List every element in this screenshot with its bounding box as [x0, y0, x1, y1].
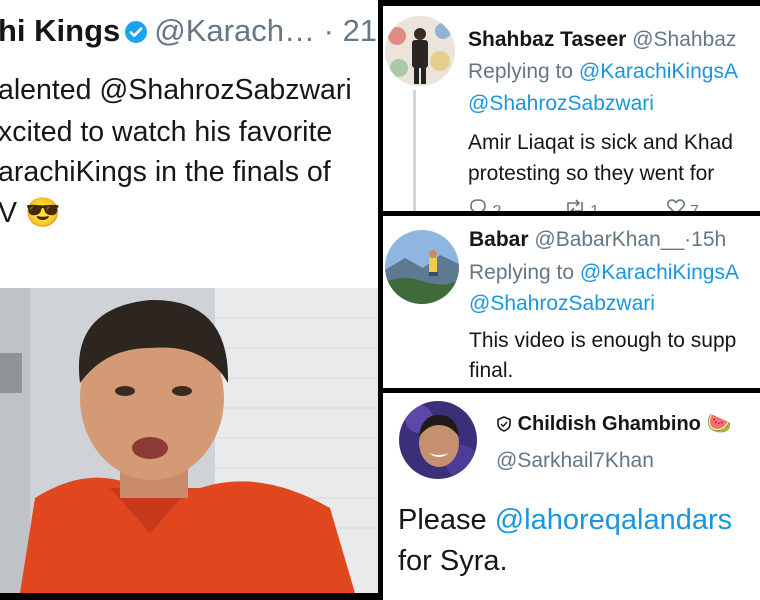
main-tweet-header: hi Kings @Karach… · 21h	[0, 13, 378, 49]
main-tweet-display-name[interactable]: hi Kings	[0, 13, 120, 48]
thread-line	[413, 90, 416, 211]
reply-3-text-prefix: Please	[398, 504, 487, 536]
reply-2-name[interactable]: Babar	[469, 228, 529, 251]
replying-to-label: Replying to	[469, 261, 575, 284]
avatar[interactable]	[385, 16, 455, 86]
reply-3-line-2: for Syra.	[398, 545, 508, 577]
reply-2-handle[interactable]: @BabarKhan__	[534, 228, 684, 251]
main-tweet-line-4-text: V	[0, 197, 18, 229]
like-count: 7	[690, 203, 699, 211]
main-tweet-panel: hi Kings @Karach… · 21h alented @ShahrozS…	[0, 0, 378, 593]
reply-1-handle[interactable]: @Shahbaz	[632, 28, 736, 51]
reply-3-handle[interactable]: @Sarkhail7Khan	[496, 449, 654, 473]
replying-to-link[interactable]: @KarachiKingsA	[579, 60, 738, 83]
avatar[interactable]	[399, 401, 477, 479]
video-thumbnail-art	[0, 288, 378, 593]
avatar-image	[385, 230, 459, 304]
reply-tweet-3[interactable]: Childish Ghambino 🍉 @Sarkhail7Khan Pleas…	[383, 393, 760, 600]
reply-1-line-1: Amir Liaqat is sick and Khad	[468, 131, 733, 154]
heart-icon	[666, 199, 685, 211]
reply-2-line-2: final.	[469, 359, 514, 382]
main-tweet-line-1: alented @ShahrozSabzwari	[0, 74, 352, 106]
verified-badge-icon	[125, 21, 148, 43]
main-tweet-handle[interactable]: @Karach…	[154, 13, 315, 48]
avatar-image	[385, 16, 455, 86]
main-tweet-time[interactable]: 21h	[343, 13, 378, 48]
sunglasses-emoji-icon: 😎	[24, 197, 61, 229]
avatar[interactable]	[385, 230, 459, 304]
reply-3-header: Childish Ghambino 🍉	[496, 411, 731, 436]
replying-to-label: Replying to	[468, 60, 574, 83]
reply-1-replying: Replying to @KarachiKingsA	[468, 60, 738, 84]
like-action[interactable]: 7	[666, 199, 699, 211]
reply-tweet-1[interactable]: Shahbaz Taseer @Shahbaz Replying to @Kar…	[383, 6, 760, 211]
replying-to-link[interactable]: @KarachiKingsA	[580, 261, 739, 284]
avatar-image	[399, 401, 477, 479]
main-tweet-line-3: arachiKings in the finals of	[0, 156, 331, 188]
main-tweet-line-4: V 😎	[0, 196, 60, 230]
shield-icon	[497, 416, 511, 432]
retweet-count: 1	[590, 203, 599, 211]
reply-2-replying: Replying to @KarachiKingsA	[469, 261, 739, 285]
reply-2-time[interactable]: 15h	[691, 228, 726, 251]
reply-3-line-1: Please @lahoreqalandars	[398, 504, 732, 537]
reply-3-name[interactable]: Childish Ghambino	[518, 413, 701, 435]
reply-icon	[470, 199, 486, 211]
reply-tweet-2[interactable]: Babar @BabarKhan__·15h Replying to @Kara…	[383, 216, 760, 388]
reply-2-mention[interactable]: @ShahrozSabzwari	[469, 292, 655, 316]
reply-1-header: Shahbaz Taseer @Shahbaz	[468, 28, 736, 52]
reply-2-header: Babar @BabarKhan__·15h	[469, 228, 726, 252]
main-tweet-line-2: xcited to watch his favorite	[0, 116, 333, 148]
reply-1-mention[interactable]: @ShahrozSabzwari	[468, 92, 654, 116]
main-tweet-separator: ·	[323, 13, 334, 48]
retweet-icon	[567, 199, 583, 211]
video-thumbnail[interactable]	[0, 288, 378, 593]
reply-3-mention[interactable]: @lahoreqalandars	[495, 504, 732, 536]
reply-1-name[interactable]: Shahbaz Taseer	[468, 28, 626, 51]
retweet-action[interactable]: 1	[564, 199, 604, 211]
reply-2-line-1: This video is enough to supp	[469, 329, 737, 352]
reply-1-line-2: protesting so they went for	[468, 162, 715, 185]
watermelon-emoji-icon: 🍉	[706, 413, 732, 435]
reply-action[interactable]: 2	[468, 199, 506, 211]
reply-count: 2	[492, 203, 501, 211]
reply-1-actions: 2 1 7	[468, 198, 699, 211]
